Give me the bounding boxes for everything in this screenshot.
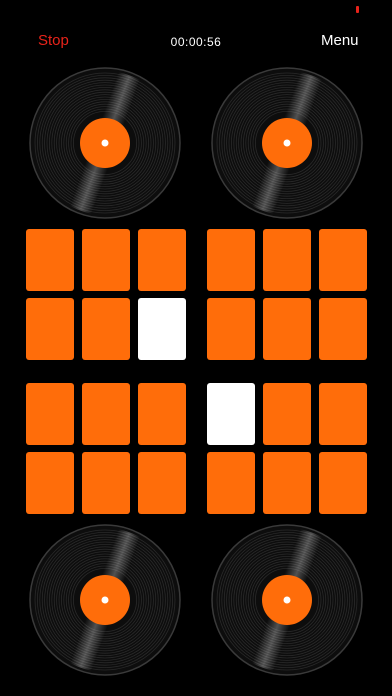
pad-top-left-1[interactable] [26, 229, 74, 291]
menu-button[interactable]: Menu [321, 32, 359, 49]
pad-bottom-right-2[interactable] [263, 383, 311, 445]
pad-bottom-right-4[interactable] [207, 452, 255, 514]
pad-top-left-3[interactable] [138, 229, 186, 291]
pad-bottom-left-5[interactable] [82, 452, 130, 514]
pad-bottom-left-3[interactable] [138, 383, 186, 445]
pad-top-left-6[interactable] [138, 298, 186, 360]
vinyl-record-icon [29, 67, 181, 219]
top-bar: Stop 00:00:56 Menu [0, 28, 392, 54]
turntable-top-right[interactable] [211, 67, 363, 219]
pad-top-right-3[interactable] [319, 229, 367, 291]
pad-bottom-right-5[interactable] [263, 452, 311, 514]
turntable-bottom-right[interactable] [211, 524, 363, 676]
pad-top-right-4[interactable] [207, 298, 255, 360]
pad-bottom-left-4[interactable] [26, 452, 74, 514]
pad-bottom-left-2[interactable] [82, 383, 130, 445]
pad-bottom-right-1[interactable] [207, 383, 255, 445]
pad-bottom-right-3[interactable] [319, 383, 367, 445]
pad-bottom-left-1[interactable] [26, 383, 74, 445]
vinyl-record-icon [211, 67, 363, 219]
pad-top-right-2[interactable] [263, 229, 311, 291]
pad-top-right-1[interactable] [207, 229, 255, 291]
pad-top-left-5[interactable] [82, 298, 130, 360]
vinyl-record-icon [29, 524, 181, 676]
vinyl-record-icon [211, 524, 363, 676]
turntable-bottom-left[interactable] [29, 524, 181, 676]
pad-top-right-6[interactable] [319, 298, 367, 360]
status-indicator [356, 6, 359, 13]
turntable-top-left[interactable] [29, 67, 181, 219]
pad-top-left-2[interactable] [82, 229, 130, 291]
pad-top-left-4[interactable] [26, 298, 74, 360]
pad-top-right-5[interactable] [263, 298, 311, 360]
pad-bottom-right-6[interactable] [319, 452, 367, 514]
pad-bottom-left-6[interactable] [138, 452, 186, 514]
